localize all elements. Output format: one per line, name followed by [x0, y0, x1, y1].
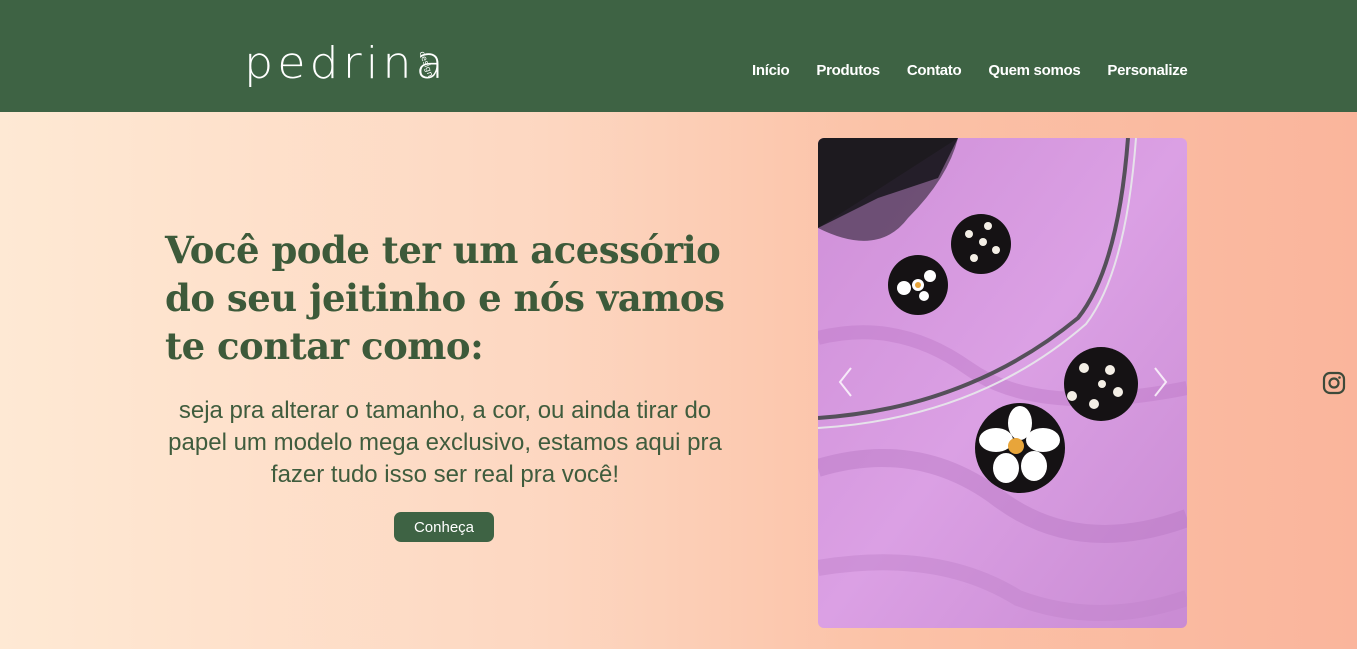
instagram-icon[interactable] — [1322, 371, 1346, 395]
chevron-right-icon[interactable] — [1150, 364, 1170, 400]
conheca-button[interactable]: Conheça — [394, 512, 494, 542]
nav-link-produtos[interactable]: Produtos — [816, 62, 880, 79]
product-carousel[interactable] — [818, 138, 1187, 628]
hero-title: Você pode ter um acessório do seu jeitin… — [165, 228, 725, 368]
nav-link-contato[interactable]: Contato — [907, 62, 962, 79]
chevron-left-icon[interactable] — [836, 364, 856, 400]
nav-link-inicio[interactable]: Início — [752, 62, 790, 79]
site-header: pedrina design Início Produtos Contato Q… — [0, 0, 1357, 112]
nav-link-quem-somos[interactable]: Quem somos — [988, 62, 1080, 79]
nav-link-personalize[interactable]: Personalize — [1107, 62, 1187, 79]
carousel-image — [818, 138, 1187, 628]
hero-description: seja pra alterar o tamanho, a cor, ou ai… — [168, 397, 722, 488]
main-nav: Início Produtos Contato Quem somos Perso… — [752, 62, 1188, 79]
logo[interactable]: pedrina — [244, 41, 448, 85]
